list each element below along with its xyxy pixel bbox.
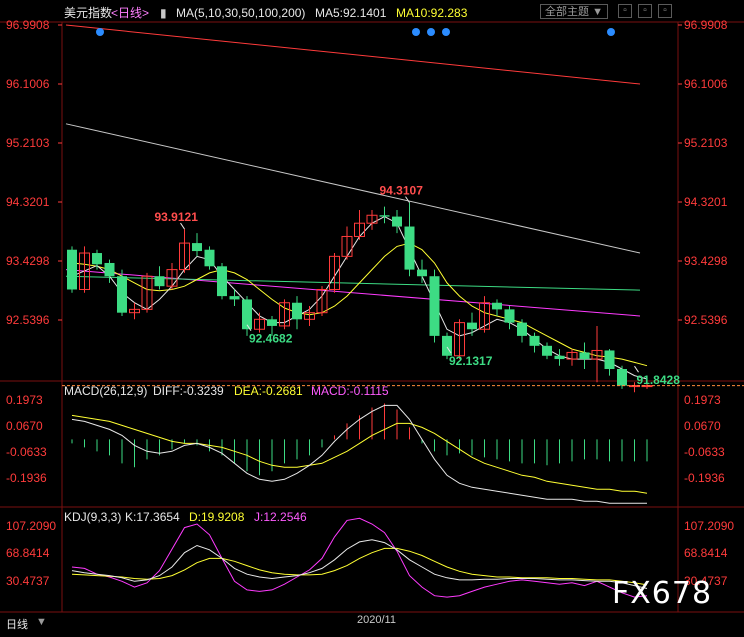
candle-body-down [104,262,115,277]
moving-average-line [65,24,641,85]
axis-tick-label: 93.4298 [684,254,728,268]
candle-body-down [417,269,427,277]
axis-tick-label: 96.9908 [6,18,50,32]
axis-tick-label: 93.4298 [6,254,50,268]
axis-tick-label: -0.1936 [6,471,47,485]
axis-tick-label: 94.3201 [684,194,728,209]
watermark-logo: FX678 [612,576,713,611]
axis-tick-label: 0.0670 [6,419,43,433]
expand-icon: ▫ [643,5,647,16]
candle-body-down [392,216,402,227]
candle-body-down [467,322,477,330]
candle-body-down [517,322,527,336]
macd-dea: DEA:-0.2681 [234,384,303,398]
candle-body-down [554,355,565,360]
candle-body-down [292,302,302,320]
candle-body-down [492,302,502,310]
close-button[interactable]: ▫ [658,4,672,18]
kdj-j: J:12.2546 [254,510,307,524]
candle-body-down [429,276,440,336]
period-label[interactable]: <日线> [111,6,149,20]
event-marker-icon [427,28,435,36]
macd-value: MACD:-0.1115 [311,384,389,398]
minus-icon: ▫ [623,5,627,16]
chart-stage[interactable]: 93.9121 94.3107 92.4682 92.1317 91.8428 美元指数… [0,0,744,632]
candle-body-down [529,335,540,346]
candle-body-down [229,296,240,300]
candle-body-down [217,266,227,297]
axis-tick-label: 30.4737 [6,574,50,588]
price-annotation: 92.1317 [449,354,493,368]
candle-body-down [404,226,415,270]
candle-body-down [67,249,77,290]
candle-body-down [204,249,215,267]
theme-dropdown[interactable]: 全部主题 ▼ [540,4,608,19]
maximize-button[interactable]: ▫ [638,4,652,18]
axis-tick-label: 96.1006 [684,76,728,91]
chart-canvas[interactable]: 93.9121 94.3107 92.4682 92.1317 91.8428 [0,0,744,632]
event-marker-icon [607,28,615,36]
candle-body-down [379,215,390,217]
event-marker-icon [412,28,420,36]
kdj-k: K:17.3654 [125,510,180,524]
axis-tick-label: 96.1006 [6,76,50,91]
kdj-j-line [71,517,648,598]
axis-tick-label: -0.1936 [684,471,725,485]
axis-tick-label: 92.5396 [684,313,728,327]
event-marker-icon [96,28,104,36]
chevron-down-icon: ▼ [36,616,47,628]
period-tab[interactable]: 日线 ▼ [0,613,60,632]
date-axis-label: 2020/11 [357,614,396,626]
macd-params: MACD(26,12,9) [64,384,148,398]
ma5-value: MA5:92.1401 [315,6,387,20]
price-annotation: 94.3107 [380,184,424,198]
minimize-button[interactable]: ▫ [618,4,632,18]
candle-body-down [617,369,627,386]
ma10-line [71,242,648,367]
price-annotation: 91.8428 [637,373,681,387]
axis-tick-label: 0.1973 [6,393,43,407]
axis-tick-label: 96.9908 [684,18,728,32]
candle-body-down [117,276,127,313]
candle-body-down [504,309,515,323]
ma5-line [71,216,648,380]
candle-body-down [579,352,590,360]
axis-tick-label: 68.8414 [6,546,50,561]
axis-tick-label: 94.3201 [6,194,50,209]
moving-average-line [65,123,641,254]
ma-params: MA(5,10,30,50,100,200) [176,6,306,20]
price-annotation: 92.4682 [249,332,293,346]
candle-body-down [267,319,277,326]
axis-tick-label: -0.0633 [684,445,725,459]
annotation-pointer [634,365,639,373]
axis-tick-label: 0.0670 [684,419,721,433]
ma10-value: MA10:92.283 [396,6,468,20]
candle-body-down [192,243,202,252]
chevron-down-icon: ▼ [592,6,603,18]
kdj-k-line [71,539,648,589]
macd-diff: DIFF:-0.3239 [153,384,224,398]
candle-body-down [154,276,165,287]
period-tab-label: 日线 [6,619,28,631]
axis-tick-label: 92.5396 [6,313,50,327]
event-marker-icon [442,28,450,36]
kdj-params: KDJ(9,3,3) [64,510,122,524]
axis-tick-label: 95.2103 [684,136,728,150]
candle-body-down [92,253,102,265]
axis-tick-label: 107.2090 [6,519,57,533]
candle-body-down [604,350,615,370]
close-icon: ▫ [663,5,667,16]
symbol-name: 美元指数 [64,6,113,20]
candle-body-down [542,345,552,356]
axis-tick-label: 95.2103 [6,136,50,150]
axis-tick-label: 0.1973 [684,393,721,407]
axis-tick-label: 107.2090 [684,519,735,533]
theme-label: 全部主题 [545,6,589,18]
price-annotation: 93.9121 [155,210,199,224]
kdj-d: D:19.9208 [189,510,245,524]
axis-tick-label: -0.0633 [6,445,47,459]
axis-tick-label: 68.8414 [684,546,728,561]
ma-definition: ▮ [160,6,167,20]
